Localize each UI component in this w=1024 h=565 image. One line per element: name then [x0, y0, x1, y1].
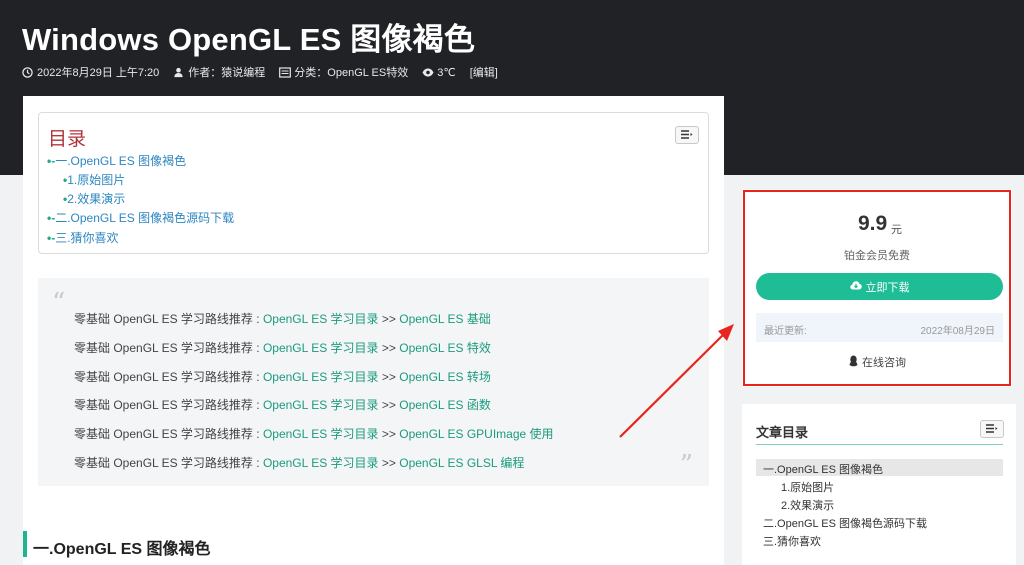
- article-toc-toggle-button[interactable]: [980, 420, 1004, 438]
- meta-category-text: 分类：OpenGL ES特效: [294, 67, 409, 79]
- user-icon: [173, 67, 184, 78]
- page-title: Windows OpenGL ES 图像褐色: [22, 22, 476, 57]
- path-link[interactable]: OpenGL ES 学习目录: [263, 427, 379, 441]
- toc-toggle-button[interactable]: [675, 126, 699, 144]
- section-heading: 一.OpenGL ES 图像褐色: [33, 541, 211, 558]
- download-button-label: 立即下载: [865, 281, 910, 294]
- path-line: 零基础 OpenGL ES 学习路线推荐 : OpenGL ES 学习目录 >>…: [74, 341, 491, 355]
- update-label: 最近更新:: [764, 326, 807, 337]
- learning-path-quote: “ 零基础 OpenGL ES 学习路线推荐 : OpenGL ES 学习目录 …: [38, 278, 709, 486]
- qq-icon: [848, 355, 862, 370]
- meta-author[interactable]: 作者：猿说编程: [173, 64, 265, 80]
- path-link[interactable]: OpenGL ES GLSL 编程: [399, 456, 524, 470]
- table-of-contents: 目录 •-一.OpenGL ES 图像褐色 •1.原始图片 •2.效果演示 •-…: [38, 112, 709, 254]
- post-meta: 2022年8月29日 上午7:20 作者：猿说编程 分类：OpenGL ES特效…: [22, 64, 512, 80]
- article-toc-item[interactable]: 1.原始图片: [781, 479, 834, 495]
- divider: [756, 444, 1003, 445]
- article-toc-title: 文章目录: [756, 425, 809, 440]
- path-line: 零基础 OpenGL ES 学习路线推荐 : OpenGL ES 学习目录 >>…: [74, 427, 554, 441]
- section-accent-bar: [23, 531, 27, 557]
- toc-item-1[interactable]: •-一.OpenGL ES 图像褐色: [47, 152, 186, 169]
- download-button[interactable]: 立即下载: [756, 273, 1003, 300]
- toc-item-3[interactable]: •-三.猜你喜欢: [47, 229, 119, 246]
- path-link[interactable]: OpenGL ES 函数: [399, 398, 491, 412]
- path-line: 零基础 OpenGL ES 学习路线推荐 : OpenGL ES 学习目录 >>…: [74, 312, 491, 326]
- price-unit: 元: [891, 224, 902, 236]
- online-consult-link[interactable]: 在线咨询: [742, 354, 1012, 370]
- toc-item-2[interactable]: •-二.OpenGL ES 图像褐色源码下载: [47, 209, 234, 226]
- article-toc-item[interactable]: 二.OpenGL ES 图像褐色源码下载: [763, 515, 927, 531]
- list-icon: [681, 126, 693, 144]
- member-free-text: 铂金会员免费: [844, 250, 910, 262]
- article-content: 目录 •-一.OpenGL ES 图像褐色 •1.原始图片 •2.效果演示 •-…: [23, 96, 724, 565]
- price-value: 9.9: [858, 212, 888, 235]
- path-link[interactable]: OpenGL ES 学习目录: [263, 312, 379, 326]
- path-link[interactable]: OpenGL ES 学习目录: [263, 398, 379, 412]
- article-toc-item[interactable]: 2.效果演示: [781, 497, 834, 513]
- meta-category[interactable]: 分类：OpenGL ES特效: [279, 64, 408, 80]
- last-updated: 最近更新: 2022年08月29日: [756, 313, 1003, 342]
- path-link[interactable]: OpenGL ES 学习目录: [263, 370, 379, 384]
- meta-views: 3℃: [422, 66, 456, 79]
- article-toc-item[interactable]: 三.猜你喜欢: [763, 533, 821, 549]
- path-link[interactable]: OpenGL ES 学习目录: [263, 456, 379, 470]
- meta-date: 2022年8月29日 上午7:20: [22, 64, 159, 80]
- path-line: 零基础 OpenGL ES 学习路线推荐 : OpenGL ES 学习目录 >>…: [74, 456, 525, 470]
- list-icon: [986, 420, 998, 438]
- eye-icon: [422, 67, 434, 78]
- meta-views-text: 3℃: [437, 66, 456, 79]
- quote-close-icon: ”: [679, 450, 693, 480]
- clock-icon: [22, 66, 33, 78]
- meta-date-text: 2022年8月29日 上午7:20: [37, 67, 160, 79]
- category-icon: [279, 66, 292, 78]
- meta-author-text: 作者：猿说编程: [188, 67, 266, 79]
- path-link[interactable]: OpenGL ES 转场: [399, 370, 491, 384]
- cloud-download-icon: [849, 280, 866, 293]
- update-date: 2022年08月29日: [920, 326, 996, 337]
- consult-label: 在线咨询: [862, 357, 906, 369]
- path-line: 零基础 OpenGL ES 学习路线推荐 : OpenGL ES 学习目录 >>…: [74, 398, 491, 412]
- article-toc-item[interactable]: 一.OpenGL ES 图像褐色: [763, 461, 883, 477]
- edit-link[interactable]: [编辑]: [470, 64, 498, 80]
- path-link[interactable]: OpenGL ES 特效: [399, 341, 491, 355]
- toc-title: 目录: [48, 129, 87, 150]
- toc-item-1-1[interactable]: •1.原始图片: [63, 171, 125, 188]
- path-link[interactable]: OpenGL ES 学习目录: [263, 341, 379, 355]
- toc-item-1-2[interactable]: •2.效果演示: [63, 190, 125, 207]
- quote-open-icon: “: [52, 288, 66, 318]
- path-line: 零基础 OpenGL ES 学习路线推荐 : OpenGL ES 学习目录 >>…: [74, 370, 491, 384]
- path-link[interactable]: OpenGL ES GPUImage 使用: [399, 427, 553, 441]
- path-link[interactable]: OpenGL ES 基础: [399, 312, 491, 326]
- article-toc-widget: 文章目录 一.OpenGL ES 图像褐色 1.原始图片 2.效果演示 二.Op…: [742, 404, 1016, 565]
